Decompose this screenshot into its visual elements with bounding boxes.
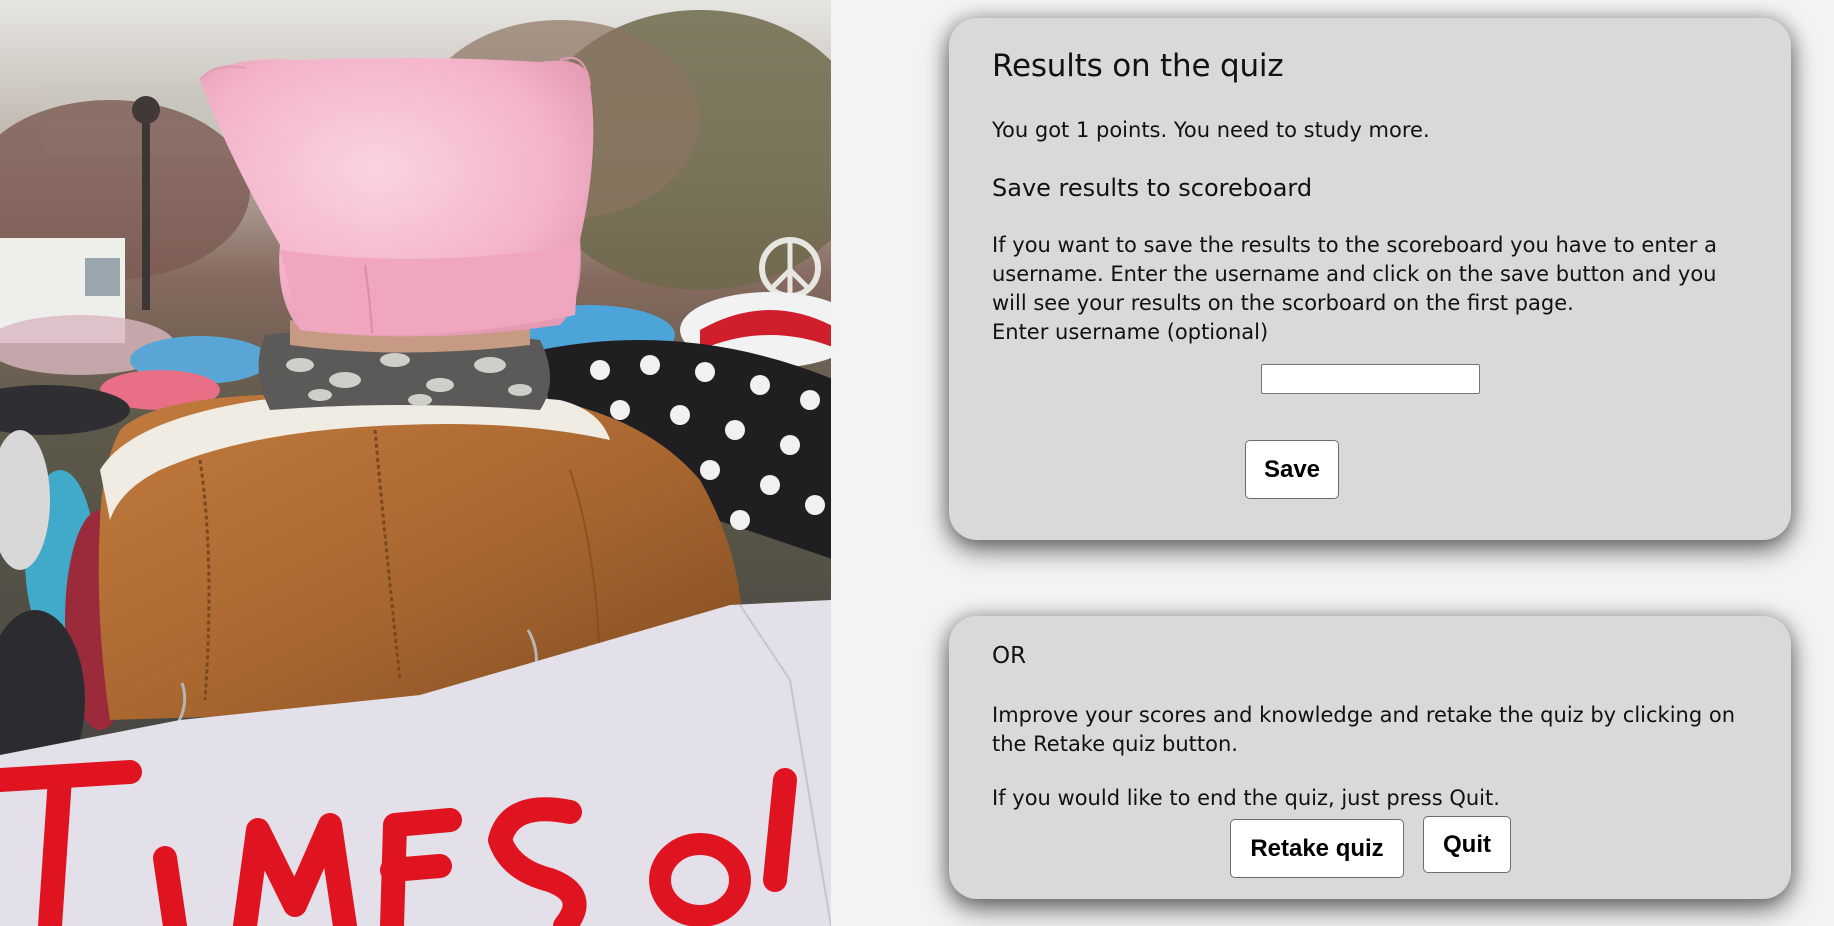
or-heading: OR — [992, 643, 1027, 669]
scoreboard-heading: Save results to scoreboard — [992, 174, 1313, 202]
results-card: Results on the quiz You got 1 points. Yo… — [949, 18, 1791, 540]
scoreboard-instructions: If you want to save the results to the s… — [992, 233, 1717, 315]
protest-photo — [0, 0, 831, 926]
retake-instructions: Improve your scores and knowledge and re… — [992, 703, 1736, 756]
username-label: Enter username (optional) — [992, 320, 1269, 344]
score-message: You got 1 points. You need to study more… — [992, 118, 1430, 142]
username-input[interactable] — [1261, 364, 1480, 394]
quit-button[interactable]: Quit — [1423, 816, 1511, 873]
retake-quiz-button[interactable]: Retake quiz — [1230, 819, 1404, 878]
protest-photo-illustration — [0, 0, 831, 926]
save-button[interactable]: Save — [1245, 440, 1339, 499]
quit-instructions: If you would like to end the quiz, just … — [992, 786, 1500, 810]
results-title: Results on the quiz — [992, 48, 1284, 84]
retake-or-quit-card: OR Improve your scores and knowledge and… — [949, 616, 1791, 899]
